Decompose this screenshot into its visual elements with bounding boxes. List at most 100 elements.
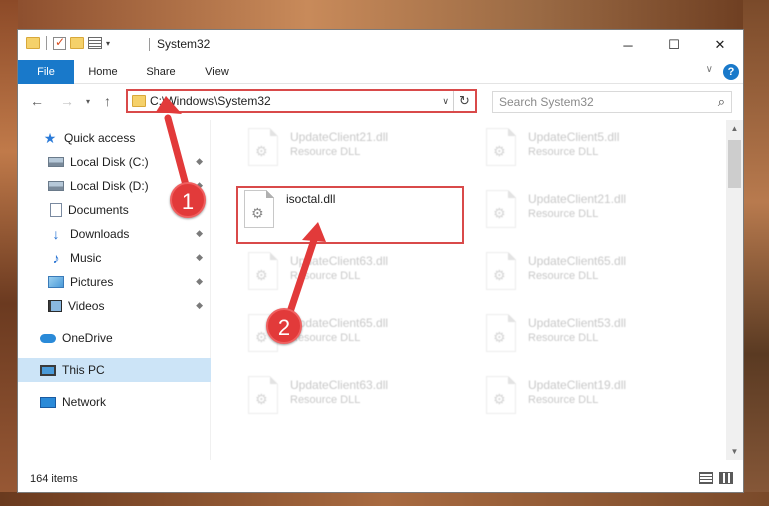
tab-view[interactable]: View — [196, 60, 238, 84]
dll-file-icon — [248, 128, 278, 166]
music-icon: ♪ — [52, 250, 60, 266]
desktop-background-bottom — [0, 492, 769, 506]
new-folder-icon[interactable] — [70, 37, 84, 49]
sidebar-item-pictures[interactable]: Pictures ◆ — [18, 270, 211, 294]
recent-locations-icon[interactable]: ▾ — [86, 97, 90, 106]
sidebar-item-label: Network — [62, 395, 107, 409]
dll-file-icon — [486, 190, 516, 228]
scroll-down-icon[interactable]: ▼ — [726, 443, 743, 460]
up-arrow-icon[interactable]: ↑ — [104, 93, 111, 109]
help-icon[interactable]: ? — [723, 64, 739, 80]
sidebar-item-music[interactable]: ♪ Music ◆ — [18, 246, 211, 270]
properties-check-icon[interactable] — [53, 35, 66, 50]
sidebar-item-label: Downloads — [70, 227, 130, 241]
file-item-isoctal[interactable]: isoctal.dll — [236, 186, 464, 244]
address-path[interactable]: C:\Windows\System32 — [150, 94, 271, 108]
videos-icon — [48, 300, 62, 312]
step-2-badge: 2 — [266, 308, 302, 344]
sidebar-item-label: Videos — [68, 299, 105, 313]
sidebar-item-label: Pictures — [70, 275, 114, 289]
desktop-background-top — [0, 0, 769, 30]
file-type: Resource DLL — [290, 270, 361, 282]
dll-file-icon — [486, 252, 516, 290]
vertical-scrollbar[interactable]: ▲ ▼ — [726, 120, 743, 460]
address-bar[interactable]: C:\Windows\System32 ∨ ↻ — [126, 89, 477, 113]
step-1-badge: 1 — [170, 182, 206, 218]
search-icon[interactable]: ⌕ — [718, 94, 725, 110]
file-item[interactable]: UpdateClient53.dll Resource DLL — [478, 310, 688, 362]
pin-icon[interactable]: ◆ — [196, 276, 203, 287]
ribbon-tabs: File Home Share View ∨ ? — [18, 60, 743, 84]
file-item[interactable]: UpdateClient65.dll Resource DLL — [478, 248, 688, 300]
file-item[interactable]: UpdateClient19.dll Resource DLL — [478, 372, 688, 424]
large-icons-view-icon[interactable] — [719, 472, 733, 484]
sidebar-item-videos[interactable]: Videos ◆ — [18, 294, 211, 318]
file-type: Resource DLL — [528, 208, 599, 220]
folder-icon[interactable] — [26, 37, 40, 49]
file-item[interactable]: UpdateClient21.dll Resource DLL — [240, 124, 450, 176]
sidebar-item-network[interactable]: Network — [18, 390, 211, 414]
customize-toolbar-icon[interactable] — [88, 37, 102, 49]
expand-ribbon-icon[interactable]: ∨ — [706, 64, 713, 75]
tab-file[interactable]: File — [18, 60, 74, 84]
title-bar: ▾ System32 ─ ☐ ✕ — [18, 30, 743, 60]
dll-file-icon — [486, 128, 516, 166]
sidebar-item-downloads[interactable]: ↓ Downloads ◆ — [18, 222, 211, 246]
minimize-button[interactable]: ─ — [605, 30, 651, 60]
sidebar-item-quick-access[interactable]: ★ Quick access — [18, 126, 211, 150]
file-type: Resource DLL — [528, 146, 599, 158]
sidebar-item-local-disk-c[interactable]: Local Disk (C:) ◆ — [18, 150, 211, 174]
tab-home[interactable]: Home — [80, 60, 126, 84]
file-item[interactable]: UpdateClient21.dll Resource DLL — [478, 186, 688, 238]
toolbar-divider — [46, 36, 47, 50]
status-bar: 164 items — [18, 466, 743, 492]
window-title: System32 — [157, 37, 211, 51]
file-type: Resource DLL — [528, 270, 599, 282]
details-view-icon[interactable] — [699, 472, 713, 484]
sidebar-item-label: Local Disk (D:) — [70, 179, 149, 193]
navigation-bar: ← → ▾ ↑ C:\Windows\System32 ∨ ↻ Search S… — [18, 85, 743, 117]
computer-icon — [40, 364, 56, 376]
tab-share[interactable]: Share — [138, 60, 184, 84]
scroll-up-icon[interactable]: ▲ — [726, 120, 743, 137]
file-type: Resource DLL — [290, 332, 361, 344]
maximize-button[interactable]: ☐ — [651, 30, 697, 60]
sidebar-item-label: Documents — [68, 203, 129, 217]
dll-file-icon — [244, 190, 274, 228]
file-item[interactable]: UpdateClient63.dll Resource DLL — [240, 372, 450, 424]
sidebar-item-onedrive[interactable]: OneDrive — [18, 326, 211, 350]
pin-icon[interactable]: ◆ — [196, 252, 203, 263]
sidebar-item-label: Music — [70, 251, 102, 265]
dll-file-icon — [248, 376, 278, 414]
chevron-down-icon[interactable]: ∨ — [442, 96, 449, 107]
search-input[interactable]: Search System32 ⌕ — [492, 91, 732, 113]
dll-file-icon — [486, 376, 516, 414]
pin-icon[interactable]: ◆ — [196, 228, 203, 239]
desktop-background-right — [743, 0, 769, 506]
file-name: UpdateClient63.dll — [290, 254, 389, 268]
file-item[interactable]: UpdateClient63.dll Resource DLL — [240, 248, 450, 300]
file-name: UpdateClient19.dll — [528, 378, 627, 392]
desktop-background-left — [0, 0, 18, 506]
file-name: UpdateClient65.dll — [528, 254, 627, 268]
forward-arrow-icon[interactable]: → — [60, 93, 74, 109]
close-button[interactable]: ✕ — [697, 30, 743, 60]
chevron-down-icon[interactable]: ▾ — [106, 39, 110, 48]
file-name: UpdateClient65.dll — [290, 316, 389, 330]
sidebar-item-label: OneDrive — [62, 331, 113, 345]
refresh-icon[interactable]: ↻ — [453, 91, 475, 111]
sidebar-item-this-pc[interactable]: This PC — [18, 358, 211, 382]
pin-icon[interactable]: ◆ — [196, 156, 203, 167]
pin-icon[interactable]: ◆ — [196, 300, 203, 311]
sidebar-item-label: Quick access — [64, 131, 136, 145]
back-arrow-icon[interactable]: ← — [30, 93, 44, 109]
pictures-icon — [48, 276, 64, 288]
file-name: UpdateClient53.dll — [528, 316, 627, 330]
scrollbar-thumb[interactable] — [728, 140, 741, 188]
item-count: 164 items — [30, 473, 78, 485]
search-placeholder: Search System32 — [499, 95, 594, 109]
file-item[interactable]: UpdateClient5.dll Resource DLL — [478, 124, 688, 176]
sidebar-item-label: This PC — [62, 363, 105, 377]
sidebar-item-label: Local Disk (C:) — [70, 155, 149, 169]
window-controls: ─ ☐ ✕ — [605, 30, 743, 60]
